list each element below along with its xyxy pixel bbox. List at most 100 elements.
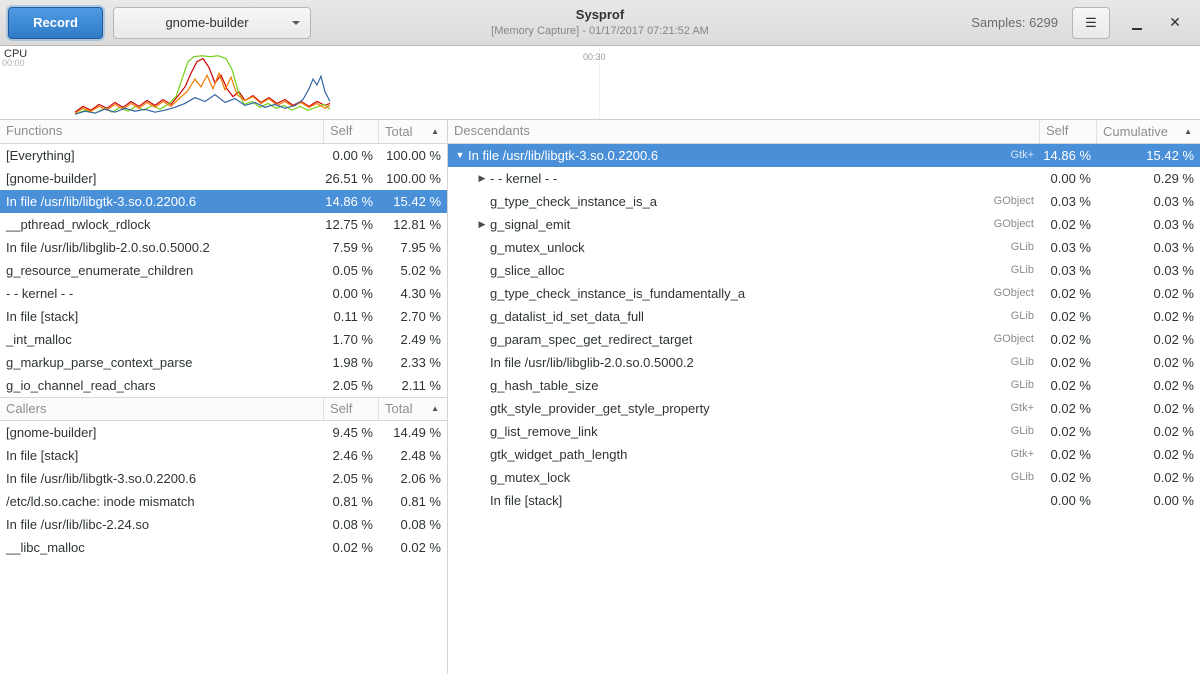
tree-row[interactable]: g_mutex_unlock GLib 0.03 % 0.03 % [448,236,1200,259]
table-row[interactable]: In file /usr/lib/libgtk-3.so.0.2200.6 2.… [0,467,447,490]
functions-column-header[interactable]: Functions [0,120,324,143]
expander-open-icon[interactable]: ▼ [452,144,468,167]
caller-name: In file [stack] [0,444,324,467]
library-tag: GLib [1011,420,1040,443]
table-row[interactable]: [gnome-builder] 9.45 % 14.49 % [0,421,447,444]
tree-row[interactable]: g_list_remove_link GLib 0.02 % 0.02 % [448,420,1200,443]
samples-count: Samples: 6299 [971,15,1062,30]
table-row[interactable]: _int_malloc 1.70 % 2.49 % [0,328,447,351]
functions-total-column-header[interactable]: Total ▲ [379,120,447,143]
library-tag: GLib [1011,374,1040,397]
tree-row[interactable]: g_slice_alloc GLib 0.03 % 0.03 % [448,259,1200,282]
function-name: In file /usr/lib/libglib-2.0.so.0.5000.2 [0,236,324,259]
timeline-label-start: 00:00 [2,58,25,68]
hamburger-menu-button[interactable]: ☰ [1072,7,1110,39]
cumulative-percent: 15.42 % [1097,144,1200,167]
self-percent: 12.75 % [324,213,379,236]
cumulative-percent: 0.02 % [1097,374,1200,397]
descendants-self-column-header[interactable]: Self [1040,120,1097,143]
self-percent: 0.00 % [324,282,379,305]
self-percent: 0.02 % [324,536,379,559]
cumulative-percent: 0.02 % [1097,282,1200,305]
descendants-cumulative-column-header[interactable]: Cumulative ▲ [1097,120,1200,143]
table-row[interactable]: g_io_channel_read_chars 2.05 % 2.11 % [0,374,447,397]
table-row[interactable]: In file /usr/lib/libc-2.24.so 0.08 % 0.0… [0,513,447,536]
self-percent: 0.03 % [1040,259,1097,282]
tree-row[interactable]: g_type_check_instance_is_fundamentally_a… [448,282,1200,305]
table-row[interactable]: __pthread_rwlock_rdlock 12.75 % 12.81 % [0,213,447,236]
record-button[interactable]: Record [8,7,103,39]
total-percent: 100.00 % [379,167,447,190]
table-row[interactable]: __libc_malloc 0.02 % 0.02 % [0,536,447,559]
self-percent: 0.08 % [324,513,379,536]
table-row[interactable]: [gnome-builder] 26.51 % 100.00 % [0,167,447,190]
expander-closed-icon[interactable]: ▶ [474,167,490,190]
descendant-name: g_param_spec_get_redirect_target [490,328,692,351]
functions-self-column-header[interactable]: Self [324,120,379,143]
expander-closed-icon[interactable]: ▶ [474,213,490,236]
descendants-column-header[interactable]: Descendants [448,120,1040,143]
tree-row[interactable]: ▶ - - kernel - - 0.00 % 0.29 % [448,167,1200,190]
table-row[interactable]: g_markup_parse_context_parse 1.98 % 2.33… [0,351,447,374]
tree-row[interactable]: ▶ g_signal_emit GObject 0.02 % 0.03 % [448,213,1200,236]
self-percent: 0.02 % [1040,305,1097,328]
table-row[interactable]: /etc/ld.so.cache: inode mismatch 0.81 % … [0,490,447,513]
library-tag: GLib [1011,466,1040,489]
cumulative-percent: 0.03 % [1097,236,1200,259]
tree-row-selected[interactable]: ▼ In file /usr/lib/libgtk-3.so.0.2200.6 … [448,144,1200,167]
total-header-label: Total [385,398,412,420]
cumulative-percent: 0.02 % [1097,305,1200,328]
cumulative-header-label: Cumulative [1103,121,1168,143]
library-tag: Gtk+ [1010,443,1040,466]
function-name: __pthread_rwlock_rdlock [0,213,324,236]
caller-name: In file /usr/lib/libc-2.24.so [0,513,324,536]
table-row[interactable]: In file [stack] 2.46 % 2.48 % [0,444,447,467]
table-row[interactable]: g_resource_enumerate_children 0.05 % 5.0… [0,259,447,282]
total-percent: 14.49 % [379,421,447,444]
close-icon: ✕ [1169,14,1181,31]
table-row[interactable]: [Everything] 0.00 % 100.00 % [0,144,447,167]
tree-row[interactable]: In file /usr/lib/libglib-2.0.so.0.5000.2… [448,351,1200,374]
library-tag: GObject [994,190,1040,213]
total-percent: 5.02 % [379,259,447,282]
tree-row[interactable]: g_mutex_lock GLib 0.02 % 0.02 % [448,466,1200,489]
function-name: g_markup_parse_context_parse [0,351,324,374]
minimize-button[interactable] [1126,12,1148,34]
self-percent: 7.59 % [324,236,379,259]
close-button[interactable]: ✕ [1164,12,1186,34]
tree-row[interactable]: g_datalist_id_set_data_full GLib 0.02 % … [448,305,1200,328]
descendant-name: In file /usr/lib/libgtk-3.so.0.2200.6 [468,144,658,167]
callers-total-column-header[interactable]: Total ▲ [379,398,447,420]
descendant-name: gtk_style_provider_get_style_property [490,397,710,420]
cumulative-percent: 0.02 % [1097,420,1200,443]
cpu-usage-graph[interactable]: CPU 00:00 00:30 [0,46,1200,120]
self-percent: 14.86 % [1040,144,1097,167]
descendant-name: g_mutex_unlock [490,236,585,259]
self-percent: 26.51 % [324,167,379,190]
sort-ascending-icon: ▲ [431,121,439,143]
callers-self-column-header[interactable]: Self [324,398,379,420]
total-percent: 15.42 % [379,190,447,213]
window-controls: ✕ [1120,12,1192,34]
function-name: g_resource_enumerate_children [0,259,324,282]
descendant-name: gtk_widget_path_length [490,443,627,466]
function-name: In file [stack] [0,305,324,328]
table-row[interactable]: - - kernel - - 0.00 % 4.30 % [0,282,447,305]
callers-column-header[interactable]: Callers [0,398,324,420]
descendant-name: g_type_check_instance_is_a [490,190,657,213]
cumulative-percent: 0.02 % [1097,443,1200,466]
process-selector-label: gnome-builder [165,15,248,30]
library-tag: GLib [1011,305,1040,328]
tree-row[interactable]: In file [stack] 0.00 % 0.00 % [448,489,1200,512]
library-tag: GObject [994,213,1040,236]
tree-row[interactable]: g_type_check_instance_is_a GObject 0.03 … [448,190,1200,213]
tree-row[interactable]: gtk_style_provider_get_style_property Gt… [448,397,1200,420]
self-percent: 0.02 % [1040,466,1097,489]
process-selector-dropdown[interactable]: gnome-builder [113,7,311,39]
tree-row[interactable]: g_param_spec_get_redirect_target GObject… [448,328,1200,351]
tree-row[interactable]: g_hash_table_size GLib 0.02 % 0.02 % [448,374,1200,397]
table-row[interactable]: In file /usr/lib/libglib-2.0.so.0.5000.2… [0,236,447,259]
table-row[interactable]: In file [stack] 0.11 % 2.70 % [0,305,447,328]
tree-row[interactable]: gtk_widget_path_length Gtk+ 0.02 % 0.02 … [448,443,1200,466]
table-row-selected[interactable]: In file /usr/lib/libgtk-3.so.0.2200.6 14… [0,190,447,213]
